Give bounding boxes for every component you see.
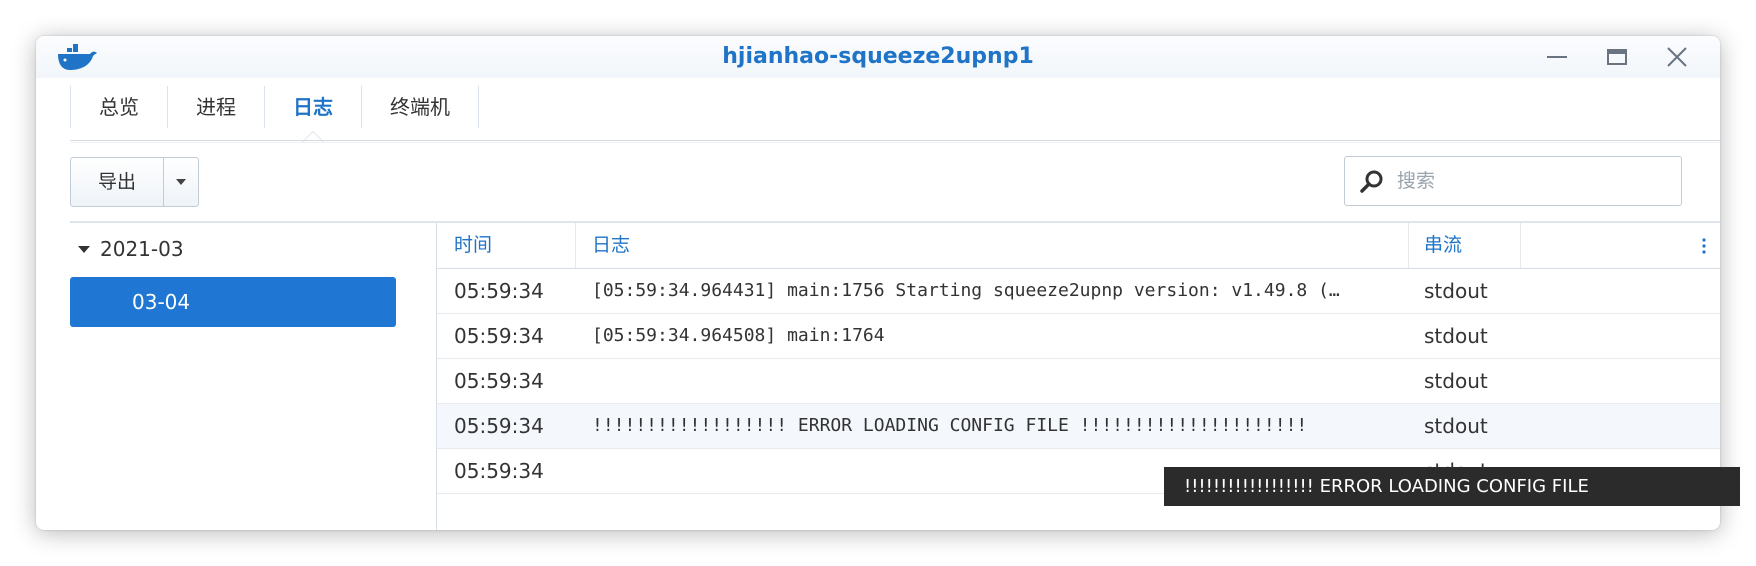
table-row[interactable]: 05:59:34 !!!!!!!!!!!!!!!!!! ERROR LOADIN… <box>437 404 1720 449</box>
tree-group-2021-03[interactable]: 2021-03 <box>72 232 184 266</box>
column-separator <box>1408 223 1409 268</box>
tab-bar: 总览 进程 日志 终端机 <box>70 86 479 143</box>
column-separator <box>1520 223 1521 268</box>
tab-divider <box>70 140 1720 141</box>
search-input[interactable] <box>1395 165 1669 197</box>
log-stream: stdout <box>1424 324 1488 348</box>
tree-group-label: 2021-03 <box>100 237 184 261</box>
title-bar: hjianhao-squeeze2upnp1 <box>36 36 1720 78</box>
close-icon[interactable] <box>1664 44 1690 70</box>
table-row[interactable]: 05:59:34 [05:59:34.964508] main:1764 std… <box>437 314 1720 359</box>
log-message: [05:59:34.964431] main:1756 Starting squ… <box>592 280 1340 301</box>
log-stream: stdout <box>1424 279 1488 303</box>
container-window: hjianhao-squeeze2upnp1 总览 进程 日志 终端机 导出 2… <box>36 36 1720 530</box>
table-header: 时间 日志 串流 <box>437 223 1720 269</box>
table-row[interactable]: 05:59:34 stdout <box>437 359 1720 404</box>
column-separator <box>575 223 576 268</box>
tree-item-label: 03-04 <box>132 290 191 314</box>
log-stream: stdout <box>1424 369 1488 393</box>
maximize-icon[interactable] <box>1604 44 1630 70</box>
log-time: 05:59:34 <box>454 324 544 348</box>
column-header-time[interactable]: 时间 <box>454 223 492 268</box>
search-icon <box>1360 170 1383 193</box>
export-button[interactable]: 导出 <box>71 158 163 206</box>
tab-divider-shadow <box>70 142 1720 143</box>
tab-processes[interactable]: 进程 <box>167 86 264 128</box>
log-table: 时间 日志 串流 05:59:34 [05:59:34.964431] main… <box>437 223 1720 494</box>
export-button-group: 导出 <box>70 157 199 207</box>
log-message <box>592 359 1422 403</box>
caret-down-icon <box>78 245 90 253</box>
column-header-log[interactable]: 日志 <box>592 223 630 268</box>
tab-overview[interactable]: 总览 <box>70 86 167 128</box>
column-header-stream[interactable]: 串流 <box>1424 223 1462 268</box>
tab-terminal[interactable]: 终端机 <box>361 86 479 128</box>
log-time: 05:59:34 <box>454 459 544 483</box>
log-time: 05:59:34 <box>454 414 544 438</box>
log-message: !!!!!!!!!!!!!!!!!! ERROR LOADING CONFIG … <box>592 415 1308 436</box>
chevron-down-icon[interactable] <box>163 158 198 206</box>
log-time: 05:59:34 <box>454 279 544 303</box>
tree-item-03-04[interactable]: 03-04 <box>70 277 396 327</box>
log-tooltip: !!!!!!!!!!!!!!!!!! ERROR LOADING CONFIG … <box>1164 467 1740 506</box>
minimize-icon[interactable] <box>1544 44 1570 70</box>
tab-log[interactable]: 日志 <box>264 86 361 143</box>
log-stream: stdout <box>1424 414 1488 438</box>
log-time: 05:59:34 <box>454 369 544 393</box>
column-options-icon[interactable] <box>1701 236 1707 256</box>
search-box <box>1344 156 1682 206</box>
window-title: hjianhao-squeeze2upnp1 <box>722 44 1034 69</box>
log-message: [05:59:34.964508] main:1764 <box>592 325 885 346</box>
table-row[interactable]: 05:59:34 [05:59:34.964431] main:1756 Sta… <box>437 269 1720 314</box>
